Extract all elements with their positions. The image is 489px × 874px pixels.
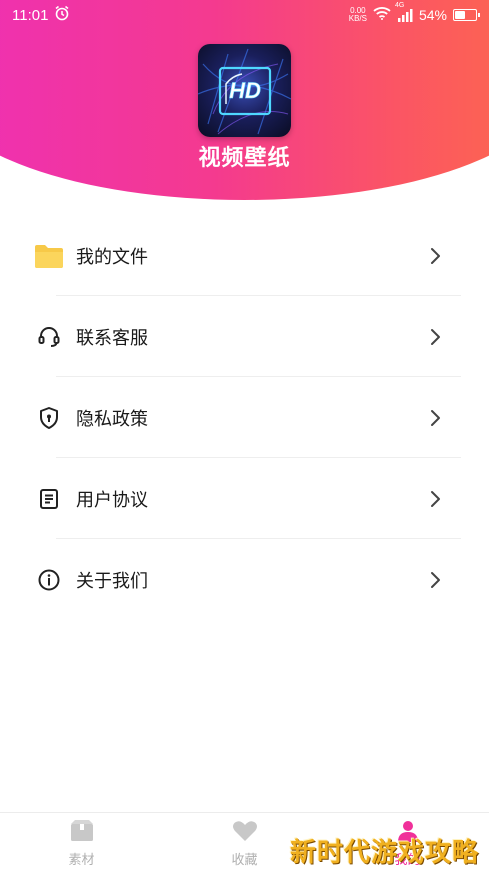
menu-item-label: 用户协议 bbox=[76, 489, 148, 511]
shield-icon bbox=[34, 403, 64, 433]
info-icon bbox=[34, 565, 64, 595]
network-speed: 0.00 KB/S bbox=[349, 7, 367, 23]
menu-item-about-us[interactable]: 关于我们 bbox=[28, 539, 461, 620]
menu-item-label: 我的文件 bbox=[76, 246, 148, 268]
battery-level-fill bbox=[455, 11, 465, 19]
watermark: 新时代游戏攻略 bbox=[289, 838, 479, 868]
tab-materials[interactable]: 素材 bbox=[0, 813, 163, 874]
settings-menu: 我的文件 联系客服 隐私政策 用户协议 关于我们 bbox=[28, 215, 461, 620]
wifi-icon bbox=[373, 6, 391, 24]
battery-percent: 54% bbox=[418, 7, 447, 23]
app-name: 视频壁纸 bbox=[198, 146, 291, 171]
menu-item-my-files[interactable]: 我的文件 bbox=[28, 215, 461, 296]
chevron-right-icon bbox=[425, 489, 445, 509]
menu-item-user-agreement[interactable]: 用户协议 bbox=[28, 458, 461, 539]
network-speed-unit: KB/S bbox=[348, 14, 367, 23]
status-bar: 11:01 0.00 KB/S 4G 54% bbox=[0, 0, 489, 30]
tab-label: 收藏 bbox=[231, 852, 258, 868]
profile-header: 11:01 0.00 KB/S 4G 54% HD 视频壁纸 bbox=[0, 0, 489, 200]
headset-icon bbox=[34, 322, 64, 352]
battery-icon bbox=[453, 9, 480, 21]
app-logo: HD bbox=[198, 44, 291, 137]
status-time: 11:01 bbox=[12, 6, 49, 24]
alarm-icon bbox=[54, 5, 70, 25]
tab-label: 素材 bbox=[68, 852, 95, 868]
app-logo-text: HD bbox=[229, 78, 261, 103]
folder-icon bbox=[34, 241, 64, 271]
status-right: 0.00 KB/S 4G 54% bbox=[349, 2, 480, 24]
heart-icon bbox=[232, 820, 258, 846]
chevron-right-icon bbox=[425, 408, 445, 428]
signal-icon: 4G bbox=[395, 2, 413, 22]
menu-item-label: 关于我们 bbox=[76, 570, 148, 592]
box-icon bbox=[70, 819, 94, 846]
menu-item-contact-support[interactable]: 联系客服 bbox=[28, 296, 461, 377]
network-type-label: 4G bbox=[394, 2, 405, 9]
chevron-right-icon bbox=[425, 327, 445, 347]
menu-item-label: 隐私政策 bbox=[76, 408, 148, 430]
document-icon bbox=[34, 484, 64, 514]
chevron-right-icon bbox=[425, 570, 445, 590]
menu-item-label: 联系客服 bbox=[76, 327, 148, 349]
status-left: 11:01 bbox=[12, 5, 70, 25]
menu-item-privacy-policy[interactable]: 隐私政策 bbox=[28, 377, 461, 458]
chevron-right-icon bbox=[425, 246, 445, 266]
